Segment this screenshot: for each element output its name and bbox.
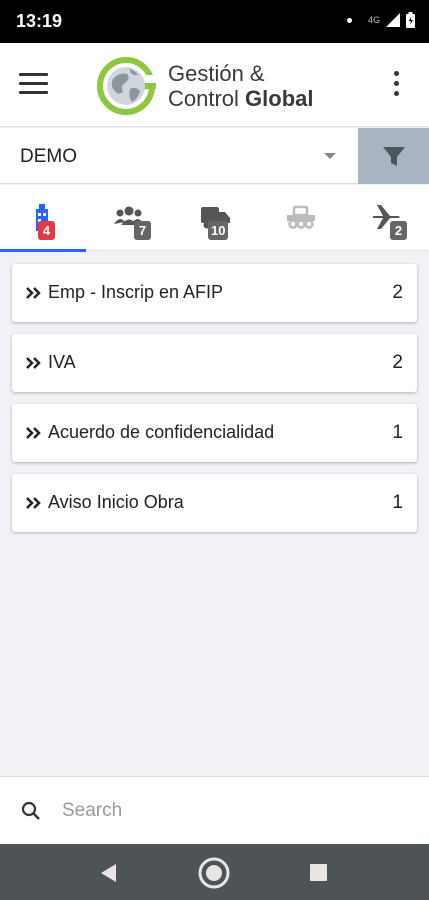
double-chevron-right-icon: [26, 357, 41, 369]
status-icons: 4G: [346, 12, 415, 28]
list-item-count: 1: [392, 492, 403, 513]
filter-button[interactable]: [358, 128, 429, 184]
search-input[interactable]: [62, 795, 402, 827]
recents-button[interactable]: [302, 856, 336, 890]
recents-square-icon: [310, 864, 327, 881]
list-item-label: Acuerdo de confidencialidad: [48, 422, 275, 442]
list-item-count: 2: [392, 282, 403, 303]
company-select[interactable]: DEMO: [0, 128, 358, 184]
notification-dot-icon: [346, 17, 352, 23]
list-item-label: IVA: [48, 352, 76, 372]
tab-badge: 10: [208, 221, 229, 240]
document-list: Emp - Inscrip en AFIP 2 IVA 2 Acuerdo de…: [12, 264, 417, 544]
list-item-label: Emp - Inscrip en AFIP: [48, 282, 224, 302]
list-item-count: 1: [392, 422, 403, 443]
tab-badge: 4: [38, 221, 55, 240]
search-icon: [21, 801, 40, 820]
list-item[interactable]: IVA 2: [12, 334, 417, 392]
logo-globe-icon: [97, 57, 162, 115]
logo-text: Gestión & Control Global: [168, 61, 314, 111]
menu-button[interactable]: [19, 73, 49, 97]
signal-icon: [386, 13, 400, 27]
status-bar: 13:19 4G: [0, 0, 429, 43]
tab-vehicles[interactable]: 10: [172, 185, 258, 251]
logo-line-2: Control Global: [168, 86, 314, 111]
status-time: 13:19: [16, 11, 63, 31]
filter-icon: [383, 147, 405, 166]
battery-icon: [406, 12, 415, 28]
double-chevron-right-icon: [26, 287, 41, 299]
caret-down-icon: [324, 153, 336, 159]
back-triangle-icon: [101, 864, 116, 882]
list-item[interactable]: Aviso Inicio Obra 1: [12, 474, 417, 532]
list-item[interactable]: Emp - Inscrip en AFIP 2: [12, 264, 417, 322]
tab-people[interactable]: 7: [86, 185, 172, 251]
home-button[interactable]: [197, 856, 231, 890]
logo-word-global: Global: [245, 86, 314, 111]
logo-line-1: Gestión &: [168, 61, 265, 86]
company-select-value: DEMO: [20, 146, 77, 167]
search-bar: [0, 776, 429, 844]
double-chevron-right-icon: [26, 497, 41, 509]
more-options-button[interactable]: [393, 71, 401, 99]
tab-badge: 7: [134, 221, 151, 240]
list-item-count: 2: [392, 352, 403, 373]
app-logo: Gestión & Control Global: [96, 55, 341, 117]
tab-badge: 2: [390, 221, 407, 240]
network-label: 4G: [367, 15, 380, 25]
double-chevron-right-icon: [26, 427, 41, 439]
logo-word-control: Control: [168, 86, 239, 111]
tab-travel[interactable]: 2: [344, 185, 429, 251]
more-vert-icon: [393, 71, 401, 96]
menu-icon: [19, 73, 49, 94]
active-tab-indicator: [0, 249, 86, 252]
system-nav-bar: [0, 844, 429, 900]
tab-machinery[interactable]: [258, 185, 344, 251]
selector-row: DEMO: [0, 128, 429, 184]
category-tabs: 4 7 10 2: [0, 185, 429, 252]
app-bar: Gestión & Control Global: [0, 43, 429, 127]
tab-company[interactable]: 4: [0, 185, 86, 252]
back-button[interactable]: [92, 856, 126, 890]
list-item-label: Aviso Inicio Obra: [48, 492, 184, 512]
list-item[interactable]: Acuerdo de confidencialidad 1: [12, 404, 417, 462]
home-circle-icon: [198, 857, 230, 889]
machinery-icon: [287, 205, 315, 229]
